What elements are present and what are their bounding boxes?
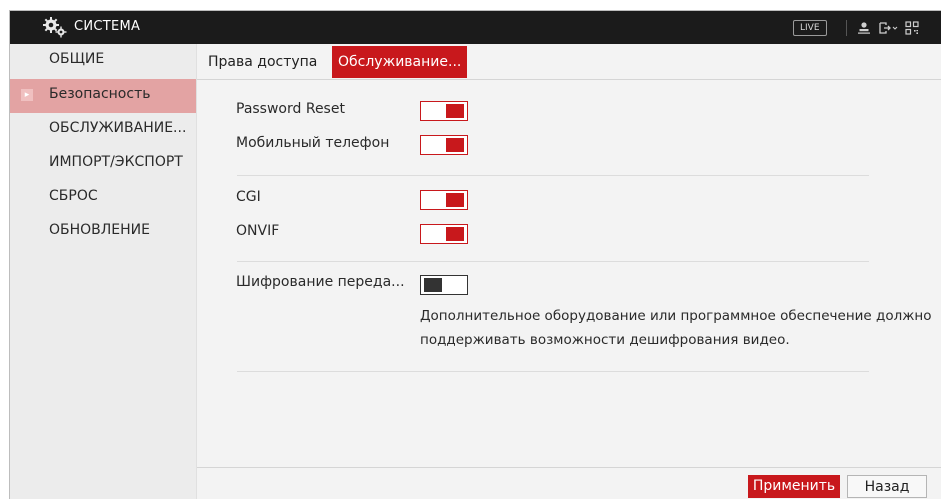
toggle-knob	[446, 104, 464, 118]
encryption-note-line2: поддерживать возможности дешифрования ви…	[420, 332, 790, 348]
mobile-phone-toggle[interactable]	[420, 135, 468, 155]
sidebar-item-label: Безопасность	[49, 86, 151, 102]
password-reset-label: Password Reset	[236, 101, 345, 117]
qr-icon[interactable]	[904, 20, 920, 36]
cgi-toggle[interactable]	[420, 190, 468, 210]
onvif-toggle[interactable]	[420, 224, 468, 244]
onvif-label: ONVIF	[236, 223, 280, 239]
gear-icon	[43, 17, 67, 38]
section-divider	[237, 175, 869, 176]
toggle-knob	[446, 193, 464, 207]
mobile-phone-label: Мобильный телефон	[236, 135, 390, 151]
section-divider	[237, 261, 869, 262]
sidebar-item-label: ИМПОРТ/ЭКСПОРТ	[49, 154, 183, 170]
top-bar: СИСТЕМА LIVE	[10, 11, 941, 44]
apply-button[interactable]: Применить	[748, 475, 840, 498]
page-title: СИСТЕМА	[74, 19, 141, 34]
sidebar-item-general[interactable]: ОБЩИЕ	[10, 44, 196, 78]
toggle-knob	[446, 138, 464, 152]
tab-access-rights[interactable]: Права доступа	[202, 46, 323, 78]
sidebar-item-maintenance[interactable]: ОБСЛУЖИВАНИЕ...	[10, 113, 196, 147]
encryption-note-line1: Дополнительное оборудование или программ…	[420, 308, 932, 324]
back-button[interactable]: Назад	[847, 475, 927, 498]
toggle-knob	[446, 227, 464, 241]
app-window: СИСТЕМА LIVE ОБЩИЕ ▸ Безопасность ОБСЛУЖ…	[9, 10, 941, 499]
sidebar-item-security[interactable]: ▸ Безопасность	[10, 79, 196, 113]
sidebar-item-label: СБРОС	[49, 188, 98, 204]
chevron-right-icon: ▸	[21, 89, 33, 101]
sidebar-item-reset[interactable]: СБРОС	[10, 181, 196, 215]
section-divider	[237, 371, 869, 372]
toggle-knob	[424, 278, 442, 292]
tab-maintenance[interactable]: Обслуживание...	[332, 46, 468, 78]
tab-bar: Права доступа Обслуживание...	[197, 44, 941, 80]
footer-divider	[197, 467, 941, 468]
sidebar-item-label: ОБНОВЛЕНИЕ	[49, 222, 150, 238]
password-reset-toggle[interactable]	[420, 101, 468, 121]
sidebar-item-label: ОБЩИЕ	[49, 51, 105, 67]
cgi-label: CGI	[236, 189, 261, 205]
toolbar-divider	[846, 20, 847, 36]
encryption-label: Шифрование переда...	[236, 274, 405, 290]
main-panel: Права доступа Обслуживание... Password R…	[196, 44, 941, 499]
sidebar-item-label: ОБСЛУЖИВАНИЕ...	[49, 120, 187, 136]
sidebar-item-update[interactable]: ОБНОВЛЕНИЕ	[10, 215, 196, 249]
sidebar: ОБЩИЕ ▸ Безопасность ОБСЛУЖИВАНИЕ... ИМП…	[10, 44, 196, 499]
logout-icon[interactable]	[878, 20, 898, 36]
user-icon[interactable]	[856, 20, 872, 36]
encryption-toggle[interactable]	[420, 275, 468, 295]
live-button[interactable]: LIVE	[793, 20, 827, 36]
sidebar-item-import-export[interactable]: ИМПОРТ/ЭКСПОРТ	[10, 147, 196, 181]
